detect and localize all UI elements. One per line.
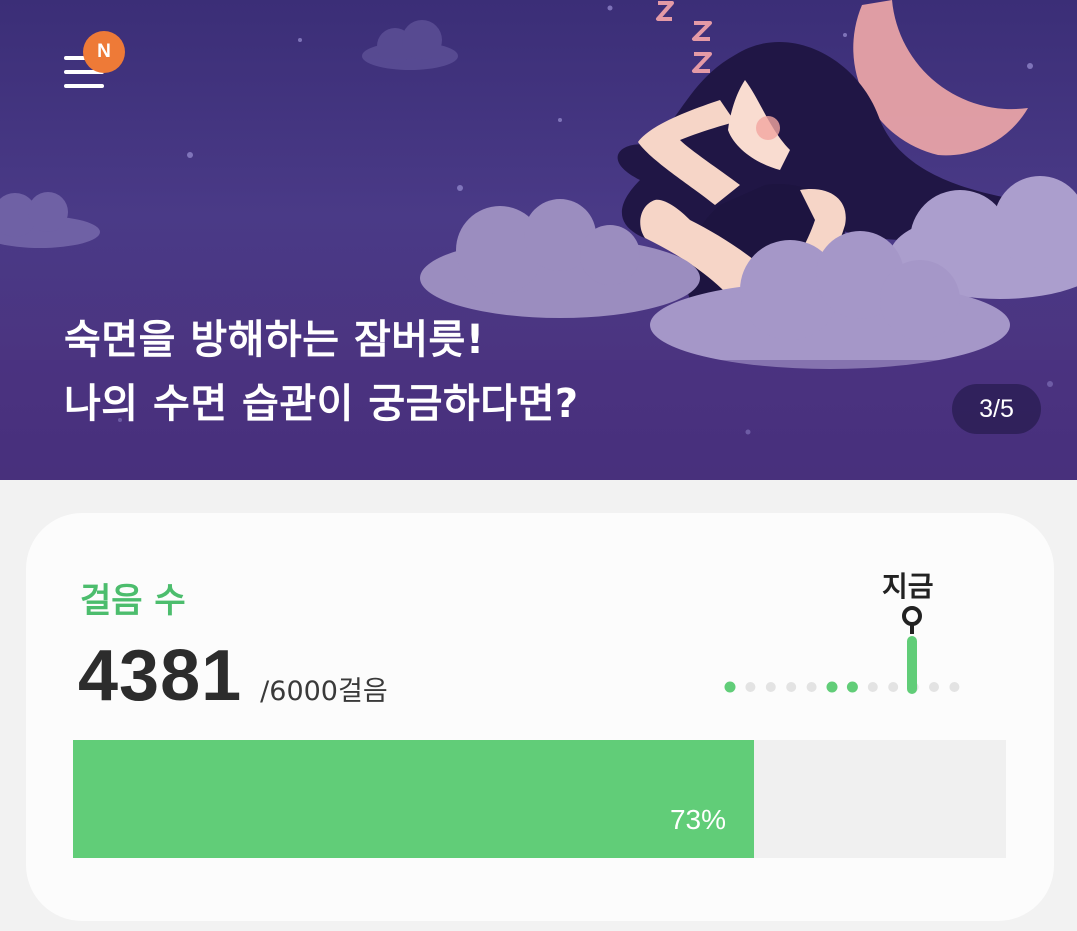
app-screen: N 숙면을 방해하는 잠버릇! 나의 수면 습관이 궁금하다면? 3/5 걸음 … [0, 0, 1077, 931]
timeline-dot [846, 681, 858, 693]
banner-pager: 3/5 [952, 384, 1041, 434]
timeline-dot [826, 681, 838, 693]
banner-title-line2: 나의 수면 습관이 궁금하다면? [64, 381, 579, 427]
steps-card[interactable]: 걸음 수 4381 /6000걸음 지금 73% [26, 513, 1054, 921]
steps-progress-fill: 73% [73, 740, 754, 858]
timeline-dot [929, 682, 939, 692]
timeline-dot [745, 682, 756, 692]
new-badge: N [83, 31, 125, 73]
timeline-dot [949, 682, 960, 692]
banner-title-line1: 숙면을 방해하는 잠버릇! [64, 317, 485, 363]
timeline-dot [765, 682, 776, 692]
timeline-dot [724, 681, 736, 693]
steps-title: 걸음 수 [80, 581, 186, 621]
timeline-dot [806, 682, 817, 692]
steps-value: 4381 [78, 636, 243, 716]
menu-icon-bar [64, 84, 104, 88]
steps-goal: /6000걸음 [260, 676, 388, 707]
steps-count-row: 4381 /6000걸음 [78, 635, 388, 717]
steps-progress-bar: 73% [73, 740, 1006, 858]
now-marker-icon [902, 606, 922, 626]
banner-title: 숙면을 방해하는 잠버릇! 나의 수면 습관이 궁금하다면? [64, 308, 579, 436]
now-bar [907, 636, 917, 694]
timeline-dot [786, 682, 797, 692]
timeline-dot [867, 682, 878, 692]
timeline-dot [888, 682, 899, 692]
sleep-banner[interactable]: N 숙면을 방해하는 잠버릇! 나의 수면 습관이 궁금하다면? 3/5 [0, 0, 1077, 480]
now-label: 지금 [882, 570, 934, 603]
steps-progress-label: 73% [669, 804, 726, 835]
steps-timeline [724, 606, 960, 694]
